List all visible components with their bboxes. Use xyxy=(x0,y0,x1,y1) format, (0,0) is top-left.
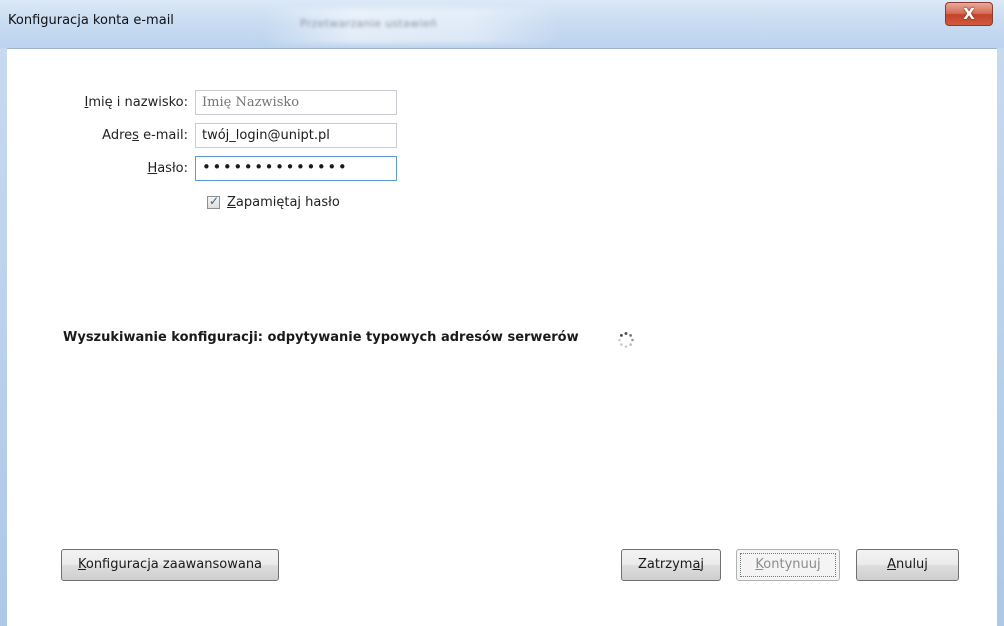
email-label: Adres e-mail: xyxy=(102,128,188,143)
password-field[interactable]: •••••••••••••• xyxy=(195,156,397,181)
remember-password-checkbox[interactable]: ✓ xyxy=(207,194,220,209)
window-frame-right xyxy=(997,48,1004,626)
loading-spinner-icon xyxy=(618,332,634,348)
advanced-config-button[interactable]: Konfiguracja zaawansowana xyxy=(61,549,279,581)
cancel-button[interactable]: Anuluj xyxy=(856,549,959,581)
checkmark-icon: ✓ xyxy=(209,194,220,208)
stop-button[interactable]: Zatrzymaj xyxy=(621,549,721,581)
email-field[interactable]: twój_login@unipt.pl xyxy=(195,123,397,148)
close-icon: X xyxy=(963,5,975,23)
name-label: Imię i nazwisko: xyxy=(84,95,188,110)
remember-password-label[interactable]: Zapamiętaj hasło xyxy=(227,195,340,210)
window-title: Konfiguracja konta e-mail xyxy=(8,13,174,28)
title-bar: Konfiguracja konta e-mail Przetwarzanie … xyxy=(0,0,1004,48)
window-frame-left xyxy=(0,48,7,626)
focus-ring xyxy=(740,553,836,577)
background-window-title: Przetwarzanie ustawień xyxy=(300,17,438,30)
name-field[interactable] xyxy=(195,90,397,115)
close-button[interactable]: X xyxy=(945,2,993,26)
status-text: Wyszukiwanie konfiguracji: odpytywanie t… xyxy=(63,330,579,345)
continue-button[interactable]: Kontynuuj xyxy=(736,549,840,581)
password-label: Hasło: xyxy=(147,161,188,176)
